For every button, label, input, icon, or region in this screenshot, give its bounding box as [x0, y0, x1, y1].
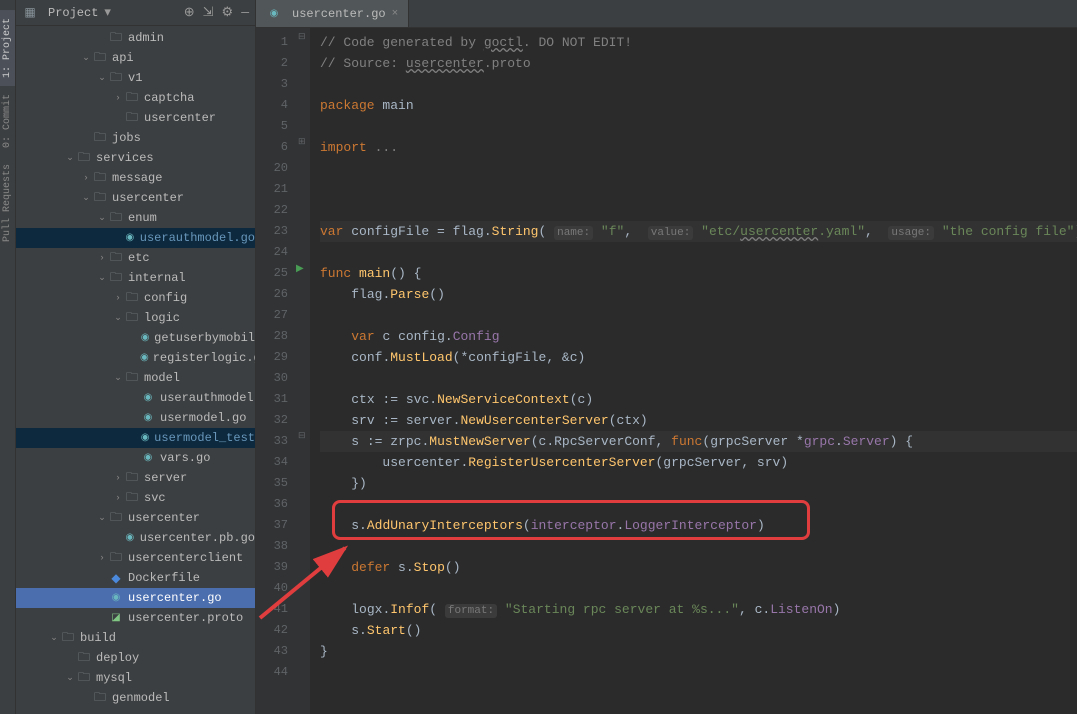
tree-folder[interactable]: 🗀usercenter	[16, 108, 255, 128]
tree-file[interactable]: ◉getuserbymobil	[16, 328, 255, 348]
tree-folder[interactable]: ›🗀etc	[16, 248, 255, 268]
tree-folder[interactable]: ⌄🗀usercenter	[16, 508, 255, 528]
tree-file-active[interactable]: ◉usercenter.go	[16, 588, 255, 608]
tree-folder[interactable]: ›🗀captcha	[16, 88, 255, 108]
tab-label: usercenter.go	[292, 7, 386, 21]
minimize-icon[interactable]: —	[241, 5, 249, 20]
tree-file[interactable]: ◪usercenter.proto	[16, 608, 255, 628]
tree-folder[interactable]: 🗀deploy	[16, 648, 255, 668]
editor-tab-bar: ◉ usercenter.go ×	[256, 0, 1077, 28]
tree-file[interactable]: ◉registerlogic.go	[16, 348, 255, 368]
tool-window-bar: 1: Project 0: Commit Pull Requests	[0, 0, 16, 714]
code-area[interactable]: // Code generated by goctl. DO NOT EDIT!…	[310, 28, 1077, 714]
close-icon[interactable]: ×	[392, 8, 399, 20]
tree-folder[interactable]: ›🗀svc	[16, 488, 255, 508]
tree-folder[interactable]: ⌄🗀mysql	[16, 668, 255, 688]
tree-folder[interactable]: 🗀admin	[16, 28, 255, 48]
tree-file[interactable]: ◆Dockerfile	[16, 568, 255, 588]
tree-folder[interactable]: ⌄🗀services	[16, 148, 255, 168]
commit-tool-tab[interactable]: 0: Commit	[0, 86, 15, 156]
tree-file[interactable]: ◉vars.go	[16, 448, 255, 468]
editor-body[interactable]: 1 2 3 4 5 6 20 21 22 23 24 25 26 27 28 2…	[256, 28, 1077, 714]
project-tree[interactable]: 🗀admin ⌄🗀api ⌄🗀v1 ›🗀captcha 🗀usercenter …	[16, 26, 255, 714]
tree-folder[interactable]: ⌄🗀model	[16, 368, 255, 388]
project-header: ▦ Project ▾ ⊕ ⇲ ⚙ —	[16, 0, 255, 26]
editor-tab[interactable]: ◉ usercenter.go ×	[256, 0, 409, 27]
select-opened-icon[interactable]: ⊕	[184, 5, 195, 20]
go-file-icon: ◉	[266, 8, 282, 20]
fold-icon[interactable]: ⊟	[298, 431, 306, 441]
tree-file[interactable]: ◉userauthmodel	[16, 388, 255, 408]
tree-file[interactable]: ◉usermodel_test	[16, 428, 255, 448]
tree-file[interactable]: ◉usermodel.go	[16, 408, 255, 428]
project-tool-tab[interactable]: 1: Project	[0, 10, 15, 86]
fold-icon[interactable]: ⊞	[298, 137, 306, 147]
pull-requests-tool-tab[interactable]: Pull Requests	[0, 156, 15, 250]
dropdown-icon[interactable]: ▾	[104, 5, 111, 20]
tree-folder[interactable]: ⌄🗀internal	[16, 268, 255, 288]
tree-folder[interactable]: ›🗀config	[16, 288, 255, 308]
tree-folder[interactable]: ⌄🗀build	[16, 628, 255, 648]
expand-all-icon[interactable]: ⇲	[203, 5, 214, 20]
tree-folder[interactable]: ›🗀message	[16, 168, 255, 188]
project-panel: ▦ Project ▾ ⊕ ⇲ ⚙ — 🗀admin ⌄🗀api ⌄🗀v1 ›🗀…	[16, 0, 256, 714]
tree-folder[interactable]: ⌄🗀api	[16, 48, 255, 68]
project-icon: ▦	[22, 5, 38, 20]
gutter-markers: ⊟ ⊞ ▶ ⊟	[296, 28, 310, 714]
gear-icon[interactable]: ⚙	[222, 5, 234, 20]
run-icon[interactable]: ▶	[296, 263, 304, 275]
tree-file[interactable]: ◉usercenter.pb.go	[16, 528, 255, 548]
tree-folder[interactable]: ›🗀usercenterclient	[16, 548, 255, 568]
editor-area: ◉ usercenter.go × 1 2 3 4 5 6 20 21 22 2…	[256, 0, 1077, 714]
fold-icon[interactable]: ⊟	[298, 32, 306, 42]
tree-folder[interactable]: ⌄🗀enum	[16, 208, 255, 228]
tree-folder[interactable]: ⌄🗀usercenter	[16, 188, 255, 208]
tree-folder[interactable]: 🗀genmodel	[16, 688, 255, 708]
project-title: Project	[48, 6, 98, 20]
tree-folder[interactable]: ›🗀server	[16, 468, 255, 488]
tree-folder[interactable]: ⌄🗀v1	[16, 68, 255, 88]
tree-file[interactable]: ◉userauthmodel.go	[16, 228, 255, 248]
line-number-gutter: 1 2 3 4 5 6 20 21 22 23 24 25 26 27 28 2…	[256, 28, 296, 714]
tree-folder[interactable]: ⌄🗀logic	[16, 308, 255, 328]
tree-folder[interactable]: 🗀jobs	[16, 128, 255, 148]
